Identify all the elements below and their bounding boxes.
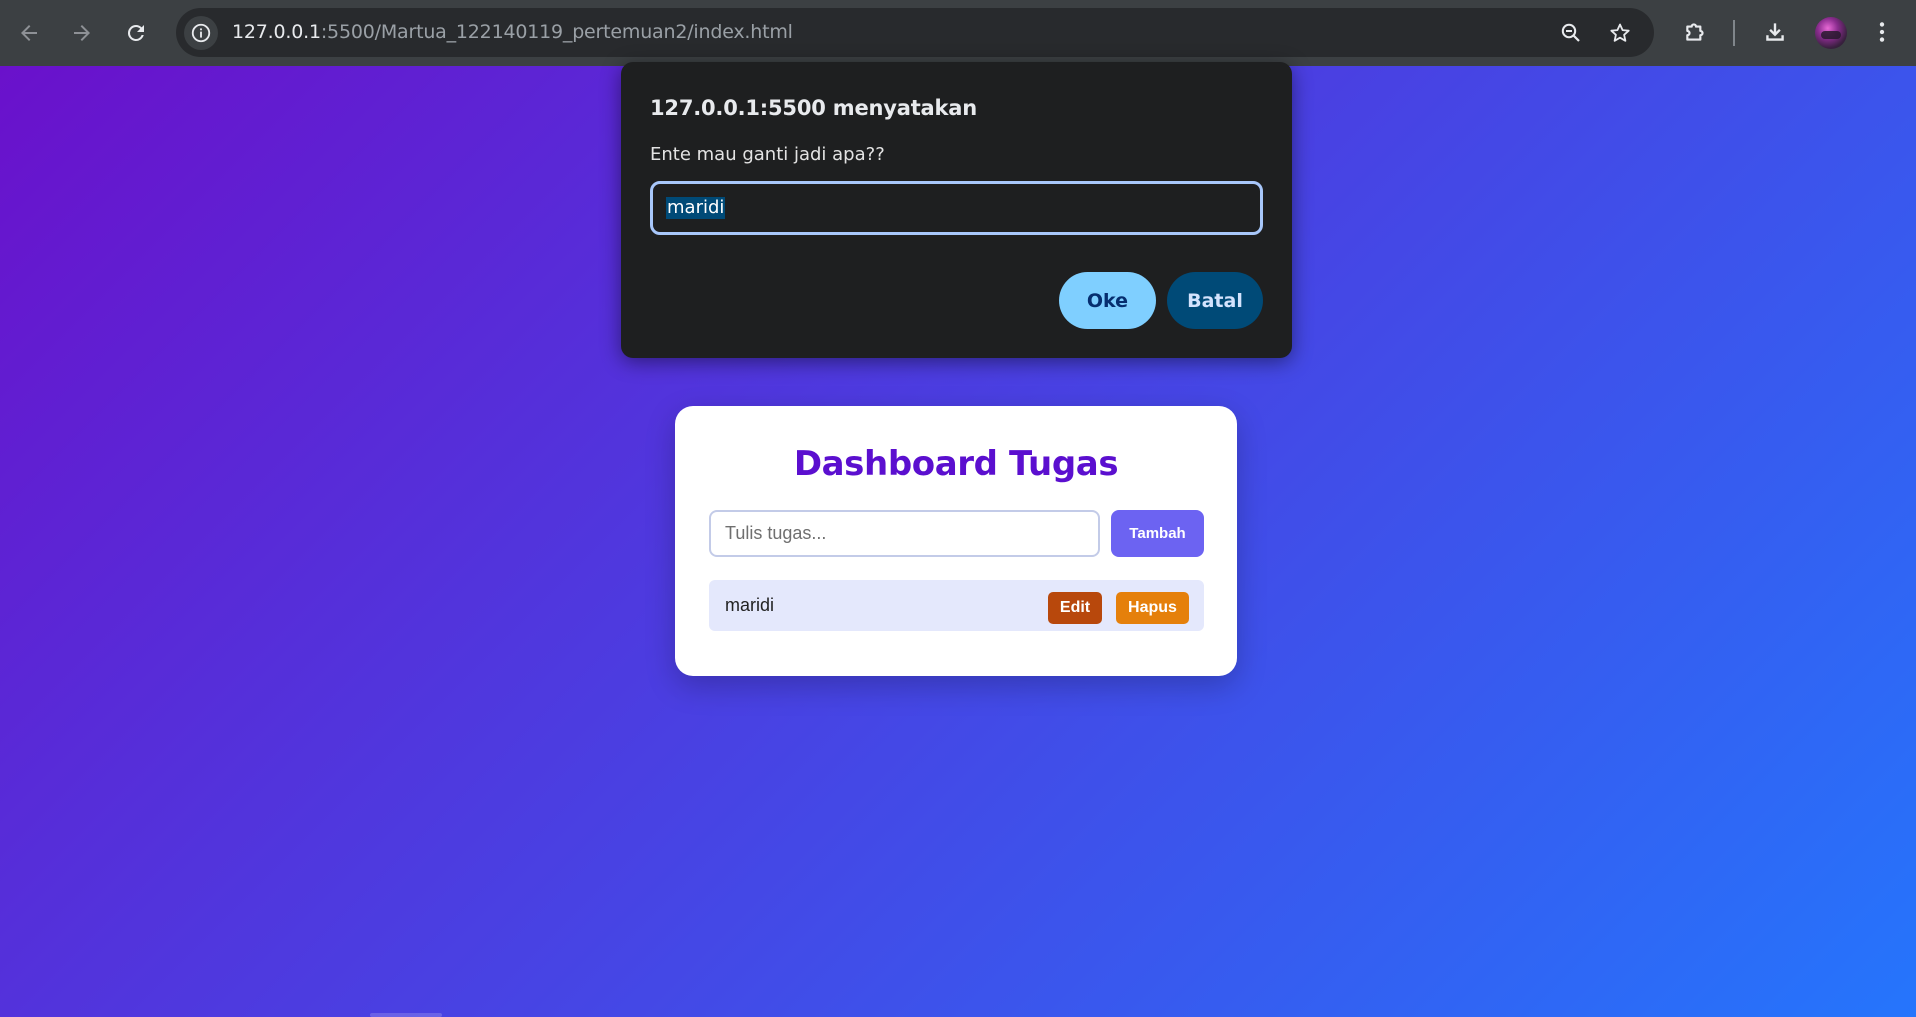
site-info-button[interactable] bbox=[184, 16, 218, 50]
url-path: :5500/Martua_122140119_pertemuan2/index.… bbox=[320, 21, 793, 43]
browser-menu-button[interactable] bbox=[1866, 16, 1898, 48]
ok-button[interactable]: Oke bbox=[1059, 272, 1156, 329]
dialog-input[interactable]: maridi bbox=[650, 181, 1263, 235]
page-title: Dashboard Tugas bbox=[793, 444, 1119, 484]
address-bar[interactable]: 127.0.0.1:5500/Martua_122140119_pertemua… bbox=[176, 8, 1654, 57]
dialog-input-value: maridi bbox=[666, 197, 726, 219]
reload-button[interactable] bbox=[116, 13, 156, 53]
browser-toolbar: 127.0.0.1:5500/Martua_122140119_pertemua… bbox=[0, 0, 1916, 66]
kebab-menu-icon bbox=[1879, 22, 1885, 42]
delete-task-button[interactable]: Hapus bbox=[1116, 592, 1189, 624]
dialog-title: 127.0.0.1:5500 menyatakan bbox=[650, 96, 977, 120]
downloads-button[interactable] bbox=[1759, 16, 1791, 48]
dialog-message: Ente mau ganti jadi apa?? bbox=[650, 144, 885, 165]
zoom-button[interactable] bbox=[1558, 20, 1584, 46]
edit-task-button[interactable]: Edit bbox=[1048, 592, 1102, 624]
star-icon bbox=[1610, 23, 1630, 42]
prompt-dialog: 127.0.0.1:5500 menyatakan Ente mau ganti… bbox=[621, 62, 1292, 358]
cancel-button[interactable]: Batal bbox=[1167, 272, 1263, 329]
url-host: 127.0.0.1 bbox=[232, 21, 321, 43]
arrow-right-icon bbox=[74, 25, 90, 41]
info-icon bbox=[191, 23, 211, 43]
task-item: maridi Edit Hapus bbox=[709, 580, 1204, 631]
back-button[interactable] bbox=[9, 13, 49, 53]
horizontal-scrollbar-thumb[interactable] bbox=[370, 1013, 442, 1017]
forward-button[interactable] bbox=[62, 13, 102, 53]
zoom-out-icon bbox=[1561, 23, 1580, 42]
bookmark-button[interactable] bbox=[1607, 20, 1633, 46]
download-icon bbox=[1766, 23, 1784, 41]
dashboard-card: Dashboard Tugas Tambah maridi Edit Hapus bbox=[675, 406, 1237, 676]
profile-avatar[interactable] bbox=[1815, 17, 1847, 49]
task-text: maridi bbox=[725, 595, 775, 615]
task-input[interactable] bbox=[709, 510, 1100, 557]
puzzle-icon bbox=[1686, 23, 1704, 41]
url-text[interactable]: 127.0.0.1:5500/Martua_122140119_pertemua… bbox=[232, 8, 793, 57]
reload-icon bbox=[127, 24, 144, 41]
toolbar-separator bbox=[1733, 20, 1735, 46]
extensions-button[interactable] bbox=[1680, 16, 1712, 48]
add-task-button[interactable]: Tambah bbox=[1111, 510, 1204, 557]
arrow-left-icon bbox=[21, 25, 37, 41]
